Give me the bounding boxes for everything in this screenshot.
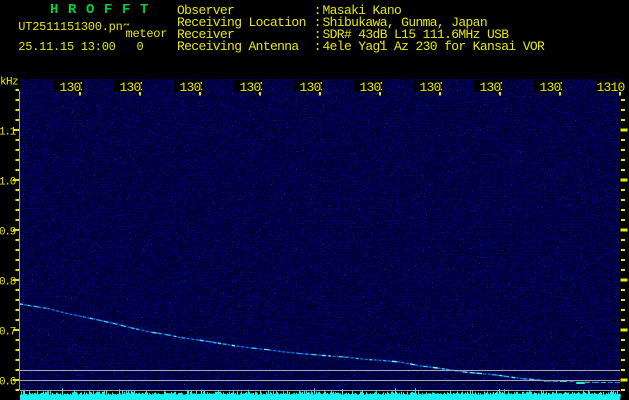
svg-text:H R O F F T: H R O F F T [50, 2, 149, 18]
svg-text:130: 130 [479, 80, 500, 95]
svg-text::: : [314, 39, 321, 54]
svg-text:130: 130 [539, 80, 560, 95]
svg-text:0.6: 0.6 [0, 376, 16, 388]
svg-text:0: 0 [137, 40, 144, 54]
svg-text:UT2511151300.png: UT2511151300.png [18, 20, 129, 34]
svg-text:25.11.15 13:00: 25.11.15 13:00 [18, 40, 115, 54]
svg-text:130: 130 [179, 80, 200, 95]
svg-text:130: 130 [59, 80, 80, 95]
svg-text:0.8: 0.8 [0, 276, 16, 288]
svg-text:1.0: 1.0 [0, 176, 16, 188]
svg-text:130: 130 [299, 80, 320, 95]
svg-text:1310: 1310 [597, 80, 625, 95]
svg-text:meteor: meteor [126, 27, 168, 41]
svg-text:130: 130 [119, 80, 140, 95]
svg-text:1.1: 1.1 [0, 126, 17, 138]
svg-text:130: 130 [359, 80, 380, 95]
svg-text:0.7: 0.7 [0, 326, 16, 338]
svg-text:130: 130 [239, 80, 260, 95]
svg-text:4ele Yagi Az 230 for Kansai VO: 4ele Yagi Az 230 for Kansai VOR [323, 39, 546, 54]
svg-text:Receiving Antenna: Receiving Antenna [177, 39, 299, 54]
svg-text:kHz: kHz [0, 77, 18, 89]
svg-text:130: 130 [419, 80, 440, 95]
svg-text:0.9: 0.9 [0, 226, 16, 238]
